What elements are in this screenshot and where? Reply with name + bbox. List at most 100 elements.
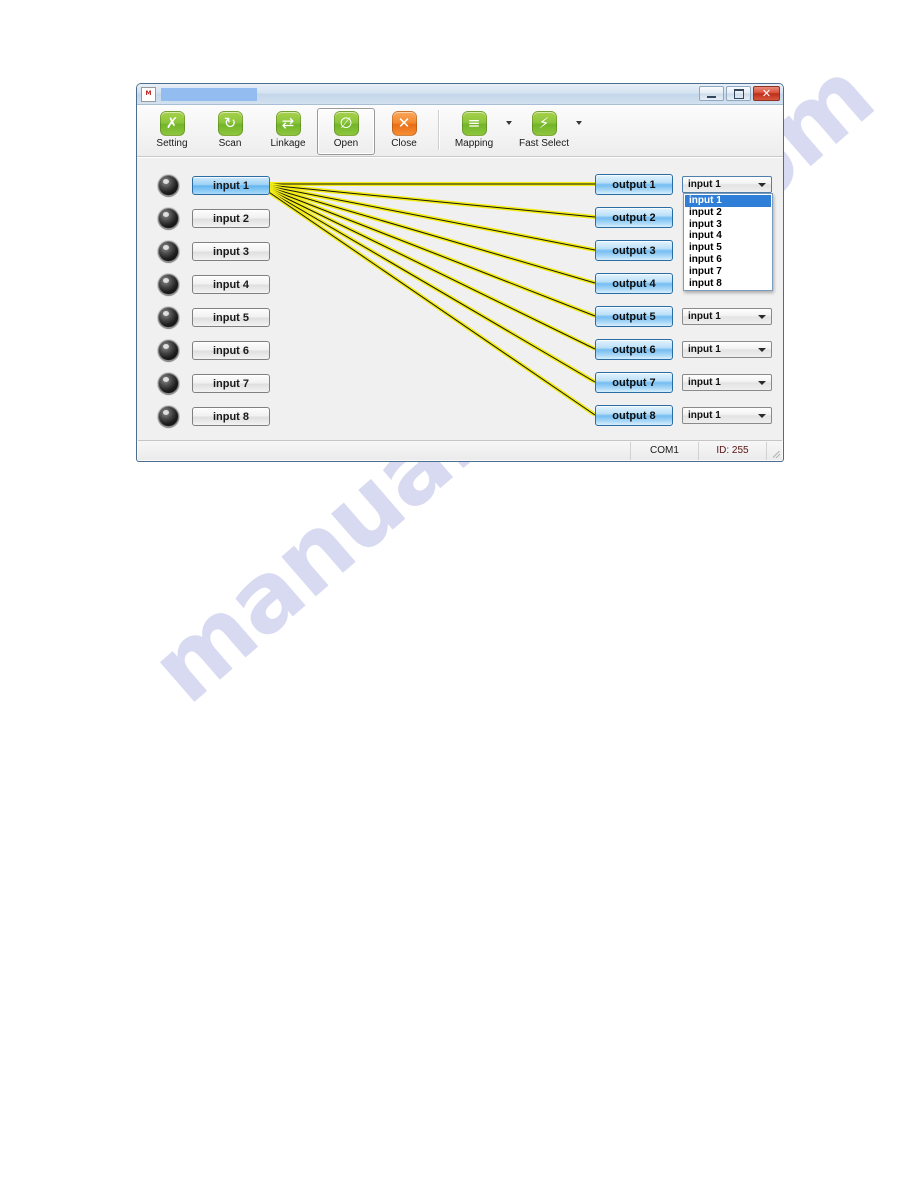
- output-source-combo-1[interactable]: input 1 input 1 input 2 input 3 input 4 inpu…: [682, 176, 773, 292]
- maximize-button[interactable]: [726, 86, 751, 101]
- output-button-4[interactable]: output 4: [595, 273, 673, 294]
- output-button-7[interactable]: output 7: [595, 372, 673, 393]
- toolbar-button-mapping[interactable]: ≡ Mapping: [445, 108, 503, 155]
- input-knob-icon[interactable]: [158, 307, 179, 328]
- toolbar-button-scan[interactable]: ↻ Scan: [201, 108, 259, 155]
- routing-line-glow-6: [256, 182, 596, 351]
- input-button-1[interactable]: input 1: [192, 176, 270, 195]
- title-bar[interactable]: M ✕: [137, 84, 783, 105]
- input-knob-icon[interactable]: [158, 175, 179, 196]
- dropdown-option-3[interactable]: input 3: [685, 219, 771, 231]
- output-button-5[interactable]: output 5: [595, 306, 673, 327]
- routing-line-2: [256, 183, 596, 218]
- window-title: [161, 87, 257, 101]
- toolbar-label-fast-select: Fast Select: [518, 138, 570, 149]
- output-row-1: output 1 input 1 input 1 input 2 input 3 in…: [595, 174, 773, 292]
- input-knob-icon[interactable]: [158, 340, 179, 361]
- output-source-combo-7[interactable]: input 1: [682, 374, 772, 391]
- toolbar-button-fast-select[interactable]: ⚡ Fast Select: [515, 108, 573, 155]
- toolbar-label-close: Close: [391, 138, 417, 149]
- toolbar-button-setting[interactable]: ✗ Setting: [143, 108, 201, 155]
- input-row-2: input 2: [158, 208, 270, 229]
- input-button-5[interactable]: input 5: [192, 308, 270, 327]
- toolbar-label-scan: Scan: [218, 138, 242, 149]
- output-button-1[interactable]: output 1: [595, 174, 673, 195]
- dropdown-option-2[interactable]: input 2: [685, 207, 771, 219]
- output-row-4: output 4: [595, 273, 673, 294]
- input-knob-icon[interactable]: [158, 208, 179, 229]
- routing-line-glow-8: [255, 182, 597, 417]
- chevron-down-icon: [758, 380, 766, 385]
- status-device-id: ID: 255: [698, 441, 766, 460]
- output-source-combo-5[interactable]: input 1: [682, 308, 772, 325]
- toolbar-separator: [438, 110, 440, 150]
- input-button-8[interactable]: input 8: [192, 407, 270, 426]
- input-button-3[interactable]: input 3: [192, 242, 270, 261]
- routing-canvas: input 1 input 2 input 3 input 4 input 5 …: [137, 157, 783, 440]
- bolt-icon: ⚡: [531, 111, 557, 136]
- routing-line-glow-3: [256, 182, 596, 252]
- output-button-3[interactable]: output 3: [595, 240, 673, 261]
- wrench-icon: ✗: [159, 111, 185, 136]
- close-button[interactable]: ✕: [753, 86, 780, 101]
- input-row-4: input 4: [158, 274, 270, 295]
- toolbar-label-open: Open: [333, 138, 359, 149]
- output-button-8[interactable]: output 8: [595, 405, 673, 426]
- dropdown-option-7[interactable]: input 7: [685, 266, 771, 278]
- toolbar-label-setting: Setting: [156, 138, 188, 149]
- routing-line-3: [256, 183, 596, 251]
- toolbar-button-open[interactable]: ∅ Open: [317, 108, 375, 155]
- output-source-combo-8[interactable]: input 1: [682, 407, 772, 424]
- input-row-5: input 5: [158, 307, 270, 328]
- minimize-button[interactable]: [699, 86, 724, 101]
- toolbar-label-linkage: Linkage: [270, 138, 306, 149]
- output-source-value-8: input 1: [688, 410, 721, 421]
- fast-select-dropdown-caret[interactable]: [573, 108, 585, 155]
- input-button-7[interactable]: input 7: [192, 374, 270, 393]
- input-knob-icon[interactable]: [158, 274, 179, 295]
- mapping-dropdown-caret[interactable]: [503, 108, 515, 155]
- close-x-icon: ✕: [391, 111, 417, 136]
- output-row-2: output 2: [595, 207, 673, 228]
- toolbar-button-linkage[interactable]: ⇄ Linkage: [259, 108, 317, 155]
- window-controls: ✕: [699, 86, 780, 101]
- input-row-3: input 3: [158, 241, 270, 262]
- routing-line-8: [256, 183, 596, 416]
- toolbar-button-close[interactable]: ✕ Close: [375, 108, 433, 155]
- output-button-2[interactable]: output 2: [595, 207, 673, 228]
- application-window: M ✕ ✗ Setting ↻ Scan ⇄ Linkage ∅ Open ✕ …: [136, 83, 784, 462]
- status-com-port: COM1: [630, 441, 698, 460]
- chevron-down-icon: [758, 182, 766, 187]
- input-knob-icon[interactable]: [158, 406, 179, 427]
- routing-line-glow-5: [256, 182, 596, 318]
- link-icon: ⇄: [275, 111, 301, 136]
- input-row-7: input 7: [158, 373, 270, 394]
- output-source-value-5: input 1: [688, 311, 721, 322]
- resize-grip-icon[interactable]: [766, 441, 782, 460]
- input-button-4[interactable]: input 4: [192, 275, 270, 294]
- output-button-6[interactable]: output 6: [595, 339, 673, 360]
- output-source-value-1: input 1: [688, 179, 721, 190]
- dropdown-option-8[interactable]: input 8: [685, 278, 771, 290]
- chevron-down-icon: [758, 413, 766, 418]
- input-source-dropdown-list[interactable]: input 1 input 2 input 3 input 4 input 5 input…: [683, 193, 773, 292]
- dropdown-option-6[interactable]: input 6: [685, 254, 771, 266]
- input-button-6[interactable]: input 6: [192, 341, 270, 360]
- output-source-combo-6[interactable]: input 1: [682, 341, 772, 358]
- input-button-2[interactable]: input 2: [192, 209, 270, 228]
- input-row-6: input 6: [158, 340, 270, 361]
- chart-icon: ≡: [461, 111, 487, 136]
- chevron-down-icon: [758, 347, 766, 352]
- output-row-3: output 3: [595, 240, 673, 261]
- dropdown-option-4[interactable]: input 4: [685, 230, 771, 242]
- input-knob-icon[interactable]: [158, 373, 179, 394]
- chevron-down-icon: [758, 314, 766, 319]
- output-row-7: output 7 input 1: [595, 372, 772, 393]
- routing-line-glow-4: [256, 182, 596, 285]
- dropdown-option-5[interactable]: input 5: [685, 242, 771, 254]
- routing-line-4: [256, 183, 596, 284]
- input-knob-icon[interactable]: [158, 241, 179, 262]
- input-row-8: input 8: [158, 406, 270, 427]
- dropdown-option-1[interactable]: input 1: [685, 195, 771, 207]
- output-row-6: output 6 input 1: [595, 339, 772, 360]
